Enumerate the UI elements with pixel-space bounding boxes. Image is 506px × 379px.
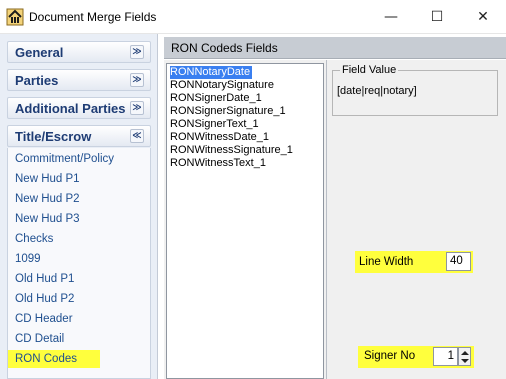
line-width-label: Line Width: [359, 256, 414, 268]
panel-header: RON Codeds Fields: [164, 37, 506, 59]
list-item[interactable]: RONNotaryDate: [170, 66, 253, 79]
chevron-up-icon[interactable]: ≪: [130, 129, 144, 143]
field-value-text: [date|req|notary]: [337, 85, 417, 97]
list-item[interactable]: RONWitnessSignature_1: [170, 144, 293, 157]
nav-group-additional-parties[interactable]: Additional Parties ≫: [7, 97, 151, 119]
nav-item-new-hud-p2[interactable]: New Hud P2: [15, 193, 80, 205]
list-item[interactable]: RONSignerDate_1: [170, 92, 262, 105]
spin-down-icon[interactable]: [461, 359, 469, 363]
nav-item-commitment-policy[interactable]: Commitment/Policy: [15, 153, 114, 165]
app-logo-icon: [6, 8, 24, 26]
panel-title: RON Codeds Fields: [171, 41, 278, 55]
nav-item-old-hud-p2[interactable]: Old Hud P2: [15, 293, 74, 305]
nav-group-title-escrow[interactable]: Title/Escrow ≪: [7, 125, 151, 147]
chevron-down-icon[interactable]: ≫: [130, 73, 144, 87]
signer-no-stepper[interactable]: [458, 347, 471, 366]
nav-item-checks[interactable]: Checks: [15, 233, 53, 245]
list-item[interactable]: RONSignerSignature_1: [170, 105, 286, 118]
nav-item-cd-detail[interactable]: CD Detail: [15, 333, 64, 345]
list-item[interactable]: RONWitnessText_1: [170, 157, 266, 170]
list-item[interactable]: RONNotarySignature: [170, 79, 274, 92]
signer-no-label: Signer No: [364, 350, 416, 362]
window-title: Document Merge Fields: [29, 10, 157, 24]
signer-no-input[interactable]: 1: [433, 347, 458, 366]
nav-item-new-hud-p1[interactable]: New Hud P1: [15, 173, 80, 185]
minimize-button[interactable]: —: [368, 0, 414, 34]
nav-group-general[interactable]: General ≫: [7, 41, 151, 63]
line-width-input[interactable]: 40: [446, 252, 471, 271]
nav-item-cd-header[interactable]: CD Header: [15, 313, 73, 325]
chevron-down-icon[interactable]: ≫: [130, 101, 144, 115]
nav-group-parties[interactable]: Parties ≫: [7, 69, 151, 91]
list-item[interactable]: RONSignerText_1: [170, 118, 259, 131]
nav-group-label: Additional Parties: [15, 101, 126, 116]
nav-group-label: General: [15, 45, 64, 60]
nav-group-label: Title/Escrow: [15, 129, 92, 144]
close-button[interactable]: ✕: [460, 0, 506, 34]
maximize-button[interactable]: ☐: [414, 0, 460, 34]
field-list[interactable]: RONNotaryDate RONNotarySignature RONSign…: [166, 63, 324, 379]
list-item[interactable]: RONWitnessDate_1: [170, 131, 269, 144]
field-value-legend: Field Value: [340, 64, 399, 76]
nav-item-old-hud-p1[interactable]: Old Hud P1: [15, 273, 74, 285]
chevron-down-icon[interactable]: ≫: [130, 45, 144, 59]
nav-item-new-hud-p3[interactable]: New Hud P3: [15, 213, 80, 225]
title-bar: Document Merge Fields — ☐ ✕: [0, 0, 506, 34]
nav-group-label: Parties: [15, 73, 59, 88]
nav-item-ron-codes[interactable]: RON Codes: [8, 350, 100, 368]
spin-up-icon[interactable]: [461, 351, 469, 355]
nav-item-1099[interactable]: 1099: [15, 253, 41, 265]
